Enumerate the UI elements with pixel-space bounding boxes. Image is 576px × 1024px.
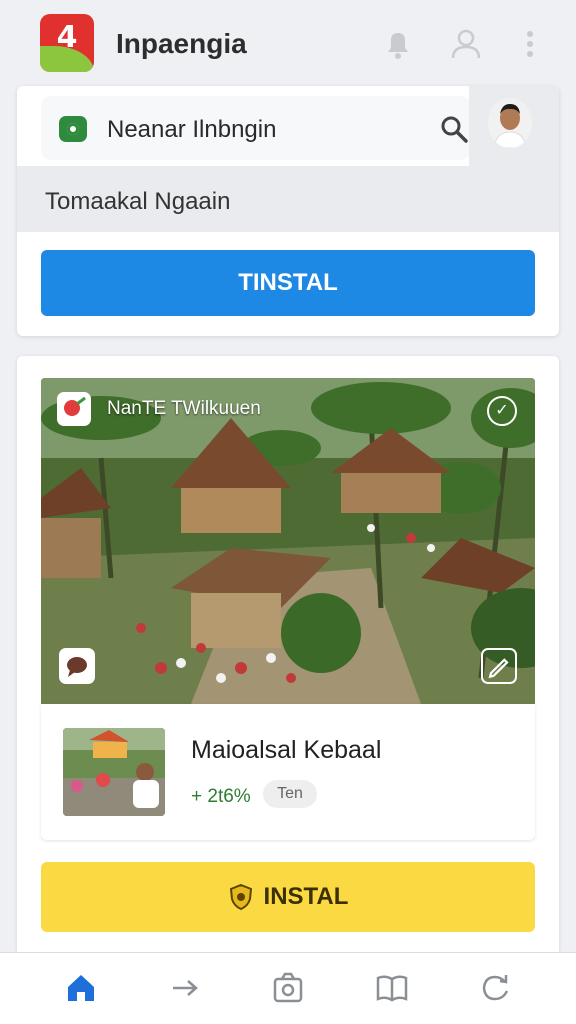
featured-app-card: NanTE TWilkuuen ✓ Maioalsal Kebaal + 2t6… <box>17 356 559 956</box>
app-listing[interactable]: Maioalsal Kebaal + 2t6% Ten <box>41 704 535 840</box>
shield-icon <box>229 883 252 911</box>
village-scene-image <box>41 378 535 704</box>
app-thumbnail <box>63 728 165 816</box>
install-label: INSTAL <box>263 883 349 910</box>
search-bar[interactable]: Neanar Ilnbngin <box>41 96 471 160</box>
rating-text: + 2t6% <box>191 786 251 807</box>
pin-badge-icon <box>57 392 91 426</box>
arrow-forward-icon[interactable] <box>168 971 202 1005</box>
section-title: Tomaakal Ngaain <box>45 188 231 215</box>
app-bar: 4 Inpaengia <box>0 0 576 88</box>
edit-icon[interactable] <box>481 648 517 684</box>
search-icon[interactable] <box>439 114 469 144</box>
refresh-icon[interactable] <box>479 971 513 1005</box>
account-icon[interactable] <box>448 26 484 62</box>
app-name: Maioalsal Kebaal <box>191 736 382 764</box>
hero-label: NanTE TWilkuuen <box>107 398 261 419</box>
install-button-secondary[interactable]: INSTAL <box>41 862 535 932</box>
app-logo[interactable]: 4 <box>40 14 94 72</box>
avatar[interactable] <box>488 98 532 148</box>
verified-icon[interactable]: ✓ <box>487 396 517 426</box>
category-tag: Ten <box>263 780 317 808</box>
search-query[interactable]: Neanar Ilnbngin <box>107 116 276 144</box>
camera-icon[interactable] <box>271 971 305 1005</box>
avatar-container <box>469 86 559 166</box>
install-button-primary[interactable]: TINSTAL <box>41 250 535 316</box>
home-icon[interactable] <box>64 971 98 1005</box>
more-vert-icon[interactable] <box>512 26 548 62</box>
chat-icon[interactable] <box>59 648 95 684</box>
bottom-nav <box>0 952 576 1024</box>
section-header: Tomaakal Ngaain <box>17 166 559 232</box>
book-icon[interactable] <box>375 971 409 1005</box>
app-title: Inpaengia <box>116 28 247 59</box>
hero-image[interactable]: NanTE TWilkuuen ✓ <box>41 378 535 704</box>
logo-glyph: 4 <box>56 20 78 55</box>
notification-icon[interactable] <box>380 26 416 62</box>
maps-icon <box>59 116 87 142</box>
search-card: Neanar Ilnbngin Tomaakal Ngaain TINSTAL <box>17 86 559 336</box>
